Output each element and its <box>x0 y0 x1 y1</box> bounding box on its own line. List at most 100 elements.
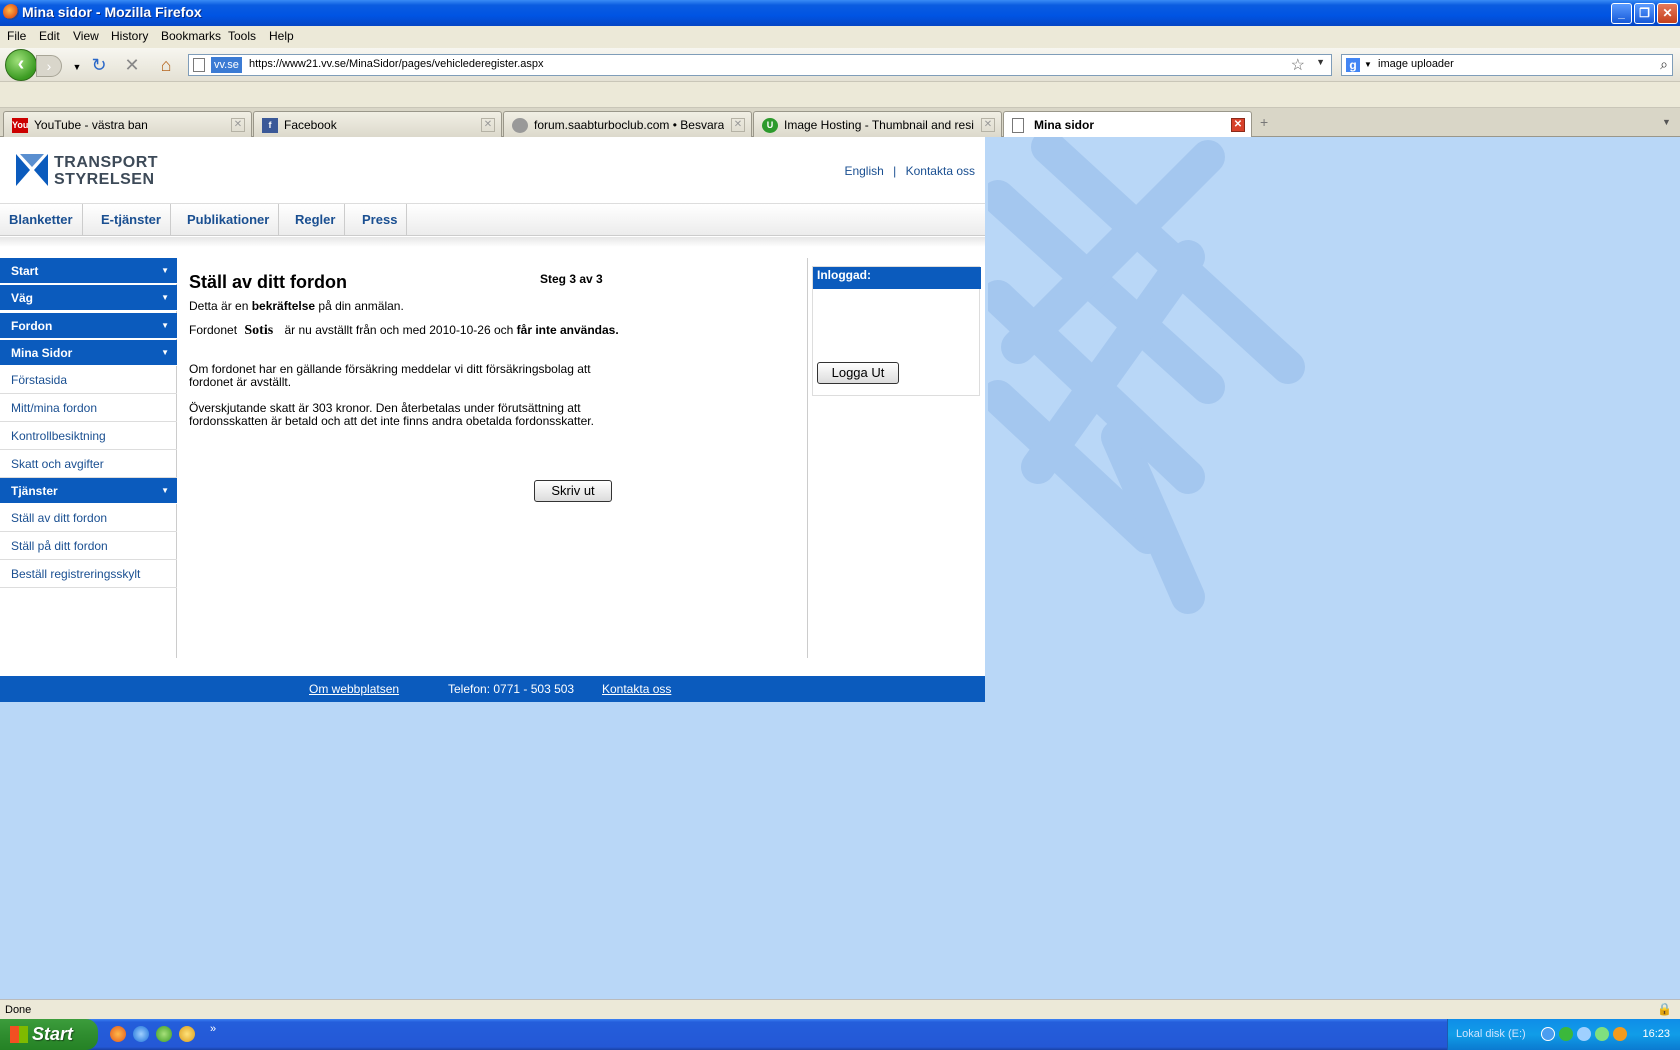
nav-publikationer[interactable]: Publikationer <box>178 204 280 236</box>
tab-facebook[interactable]: f Facebook ✕ <box>253 111 502 137</box>
close-tab-icon[interactable]: ✕ <box>231 118 245 132</box>
tab-label: Facebook <box>284 118 337 132</box>
tab-list-icon[interactable]: ▼ <box>1662 117 1671 127</box>
nav-regler[interactable]: Regler <box>286 204 346 236</box>
tab-youtube[interactable]: You YouTube - västra ban ✕ <box>3 111 252 137</box>
spotify-quicklaunch-icon[interactable] <box>156 1026 172 1042</box>
new-tab-icon[interactable]: + <box>1260 114 1268 130</box>
menu-tools[interactable]: Tools <box>228 29 256 43</box>
sidebar-item-kontrollbesiktning[interactable]: Kontrollbesiktning <box>0 422 177 450</box>
clock[interactable]: 16:23 <box>1642 1028 1670 1040</box>
ie-quicklaunch-icon[interactable] <box>133 1026 149 1042</box>
step-indicator: Steg 3 av 3 <box>540 272 603 286</box>
sidebar-fordon[interactable]: Fordon ▼ <box>0 313 177 339</box>
close-tab-icon[interactable]: ✕ <box>731 118 745 132</box>
sidebar-label: Mina Sidor <box>11 346 73 360</box>
sidebar-tjanster[interactable]: Tjänster ▼ <box>0 478 177 504</box>
close-window-button[interactable]: ✕ <box>1657 3 1678 24</box>
firefox-icon <box>3 4 19 20</box>
logout-button[interactable]: Logga Ut <box>817 362 899 384</box>
sidebar-item-stall-pa[interactable]: Ställ på ditt fordon <box>0 532 177 560</box>
facebook-icon: f <box>262 118 278 133</box>
network-tray-icon[interactable] <box>1577 1027 1591 1041</box>
security-tray-icon[interactable] <box>1613 1027 1627 1041</box>
bookmarks-toolbar <box>0 82 1680 108</box>
tab-mina-sidor[interactable]: Mina sidor ✕ <box>1003 111 1252 138</box>
english-link[interactable]: English <box>844 164 883 178</box>
page-icon <box>193 58 205 72</box>
quicklaunch-overflow-icon[interactable]: » <box>210 1023 216 1035</box>
chevron-down-icon: ▼ <box>161 348 169 357</box>
sidebar-item-skatt[interactable]: Skatt och avgifter <box>0 450 177 478</box>
sidebar-vag[interactable]: Väg ▼ <box>0 285 177 311</box>
app-tray-icon[interactable] <box>1595 1027 1609 1041</box>
transportstyrelsen-logo[interactable]: TRANSPORT STYRELSEN <box>16 154 176 194</box>
forward-button[interactable]: › <box>36 55 62 77</box>
search-input[interactable]: image uploader <box>1378 58 1454 70</box>
sidebar-mina-sidor[interactable]: Mina Sidor ▼ <box>0 340 177 366</box>
menu-help[interactable]: Help <box>269 29 294 43</box>
sidebar-item-bestall-skylt[interactable]: Beställ registreringsskylt <box>0 560 177 588</box>
footer: Om webbplatsen Telefon: 0771 - 503 503 K… <box>0 676 985 702</box>
sidebar: Start ▼ Väg ▼ Fordon ▼ Mina Sidor ▼ Förstasi… <box>0 258 177 658</box>
close-tab-icon[interactable]: ✕ <box>481 118 495 132</box>
menu-history[interactable]: History <box>111 29 148 43</box>
close-tab-icon[interactable]: ✕ <box>1231 118 1245 132</box>
url-dropdown-icon[interactable]: ▼ <box>1316 57 1325 67</box>
tab-image-hosting[interactable]: U Image Hosting - Thumbnail and resize y… <box>753 111 1002 137</box>
google-icon[interactable]: g <box>1346 58 1360 72</box>
search-bar[interactable]: g ▼ image uploader ⌕ <box>1341 54 1673 76</box>
contact-link[interactable]: Kontakta oss <box>906 164 975 178</box>
tab-saabforum[interactable]: forum.saabturboclub.com • Besvara ✕ <box>503 111 752 137</box>
globe-icon <box>512 118 528 133</box>
chevron-down-icon: ▼ <box>161 486 169 495</box>
nav-press[interactable]: Press <box>353 204 408 236</box>
menu-view[interactable]: View <box>73 29 99 43</box>
search-engine-dropdown-icon[interactable]: ▼ <box>1364 60 1372 69</box>
maximize-button[interactable]: ❐ <box>1634 3 1655 24</box>
nav-e-tjanster[interactable]: E-tjänster <box>92 204 171 236</box>
back-button[interactable]: ‹ <box>5 49 37 81</box>
start-button[interactable]: Start <box>0 1019 98 1050</box>
home-icon[interactable]: ⌂ <box>155 55 177 75</box>
reload-icon[interactable]: ↻ <box>88 55 110 75</box>
search-icon[interactable]: ⌕ <box>1660 56 1668 73</box>
stop-icon[interactable]: ✕ <box>121 55 143 75</box>
sidebar-label: Fordon <box>11 319 53 333</box>
app-quicklaunch-icon[interactable] <box>179 1026 195 1042</box>
footer-contact-link[interactable]: Kontakta oss <box>602 676 671 702</box>
close-tab-icon[interactable]: ✕ <box>981 118 995 132</box>
menu-edit[interactable]: Edit <box>39 29 60 43</box>
menu-file[interactable]: File <box>7 29 26 43</box>
spotify-tray-icon[interactable] <box>1559 1027 1573 1041</box>
main-navigation: Blanketter E-tjänster Publikationer Regl… <box>0 203 985 247</box>
windows-flag-icon <box>10 1026 28 1043</box>
sidebar-item-forstasida[interactable]: Förstasida <box>0 366 177 394</box>
window-title-bar: Mina sidor - Mozilla Firefox _ ❐ ✕ <box>0 0 1680 26</box>
link-separator: | <box>893 164 897 178</box>
tab-label: Image Hosting - Thumbnail and resize y..… <box>784 118 974 132</box>
sidebar-item-stall-av[interactable]: Ställ av ditt fordon <box>0 504 177 532</box>
bookmark-star-icon[interactable]: ☆ <box>1291 55 1305 75</box>
about-site-link[interactable]: Om webbplatsen <box>309 676 399 702</box>
menu-bookmarks[interactable]: Bookmarks <box>161 29 221 43</box>
text-segment: är nu avställt från och med 2010-10-26 o… <box>281 323 517 337</box>
print-button[interactable]: Skriv ut <box>534 480 612 502</box>
url-text[interactable]: https://www21.vv.se/MinaSidor/pages/vehi… <box>249 58 544 70</box>
lock-icon[interactable]: 🔒 <box>1657 1002 1672 1016</box>
nav-blanketter[interactable]: Blanketter <box>0 204 83 236</box>
tray-expand-icon[interactable] <box>1541 1027 1555 1041</box>
firefox-quicklaunch-icon[interactable] <box>110 1026 126 1042</box>
url-bar[interactable]: vv.se https://www21.vv.se/MinaSidor/page… <box>188 54 1332 76</box>
vehicle-name: Sotis <box>244 323 274 338</box>
logo-mark-icon <box>16 154 48 186</box>
history-dropdown-icon[interactable]: ▼ <box>66 57 88 77</box>
system-tray: Lokal disk (E:) 16:23 <box>1447 1019 1680 1050</box>
minimize-button[interactable]: _ <box>1611 3 1632 24</box>
taskbar: Start » Lokal disk (E:) 16:23 <box>0 1019 1680 1050</box>
site-identity-badge[interactable]: vv.se <box>211 57 242 73</box>
text-bold: får inte användas. <box>516 323 619 337</box>
sidebar-start[interactable]: Start ▼ <box>0 258 177 284</box>
sidebar-item-mina-fordon[interactable]: Mitt/mina fordon <box>0 394 177 422</box>
tab-label: YouTube - västra ban <box>34 118 148 132</box>
